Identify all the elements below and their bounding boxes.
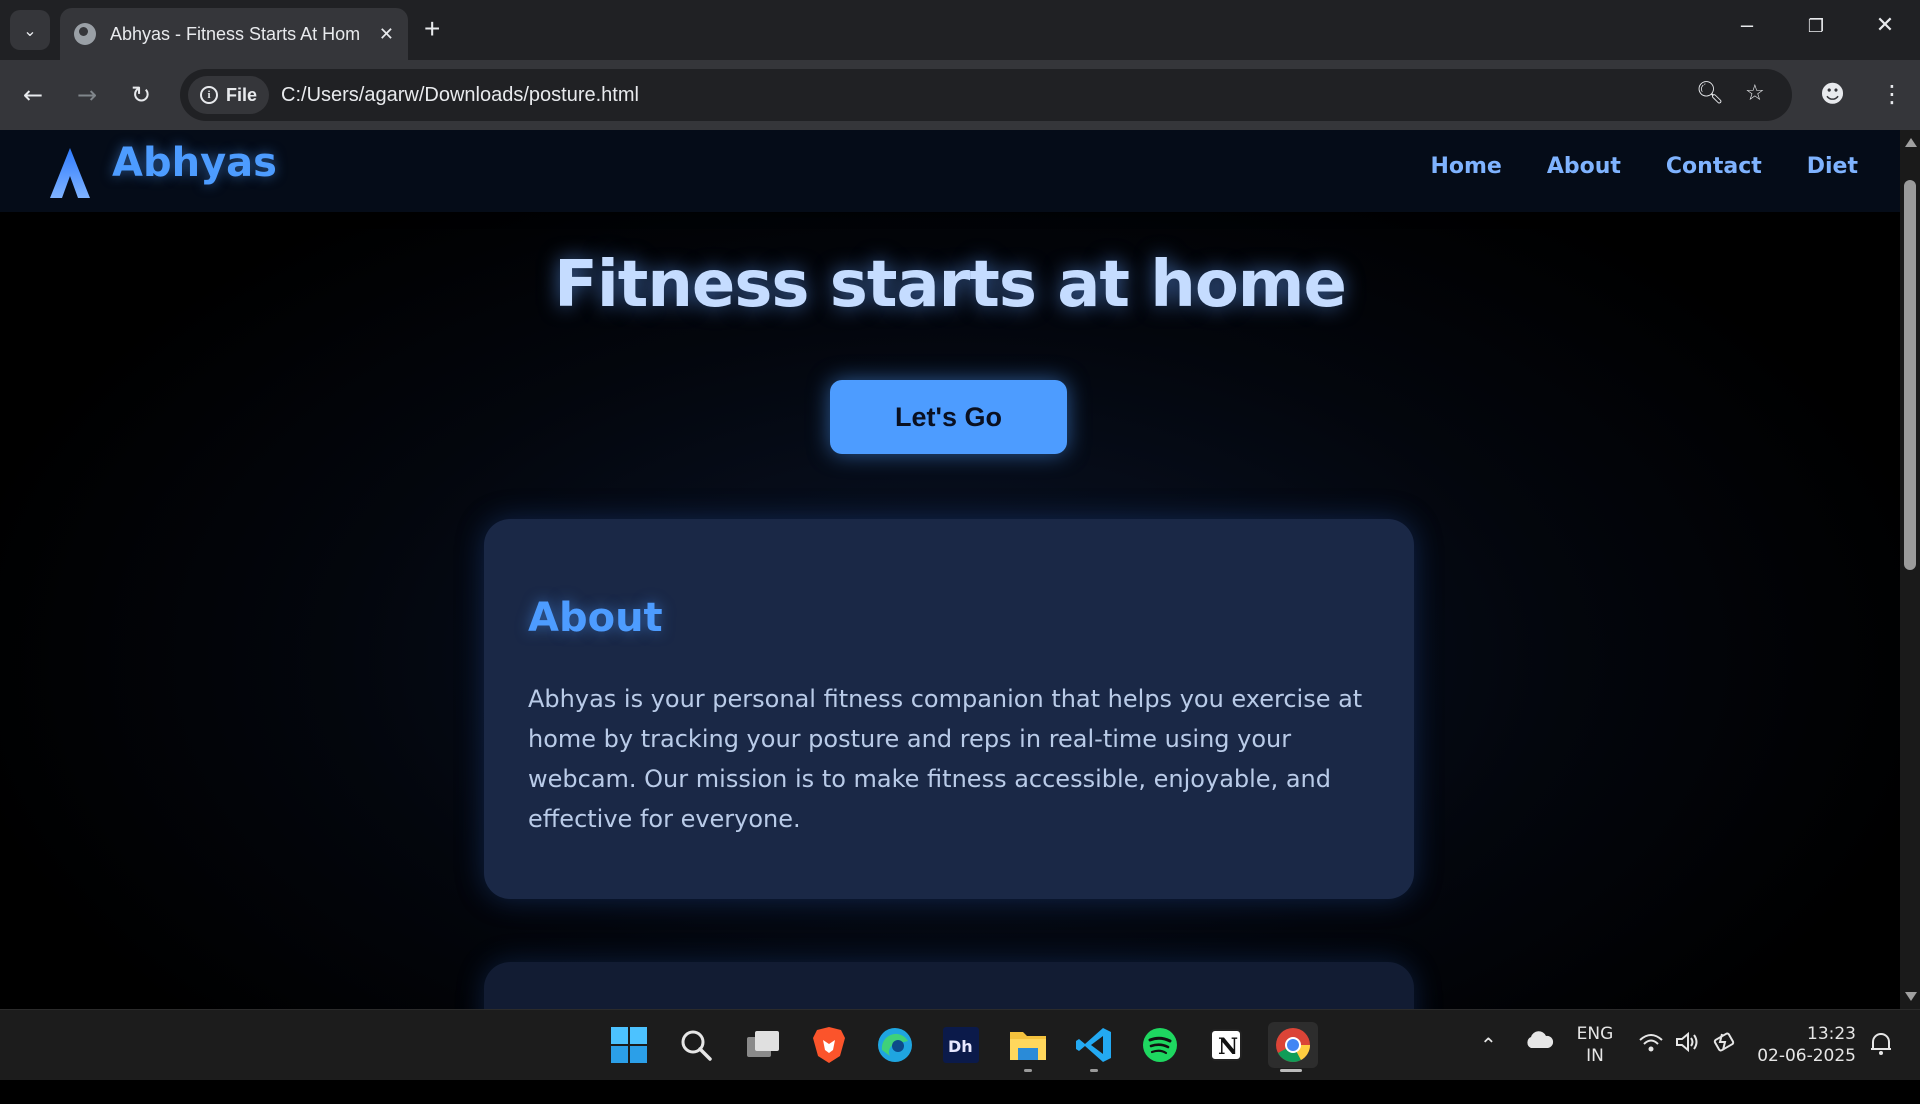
browser-tab-active[interactable]: Abhyas - Fitness Starts At Home ✕ [60, 8, 408, 60]
wifi-icon[interactable] [1638, 1032, 1664, 1103]
about-text: Abhyas is your personal fitness companio… [528, 685, 1363, 833]
notion-icon: N [1210, 1029, 1242, 1061]
search-icon [681, 1030, 712, 1061]
volume-icon[interactable] [1674, 1030, 1700, 1101]
chrome-icon [1276, 1028, 1310, 1062]
start-button[interactable] [606, 1022, 652, 1068]
next-section-card [484, 962, 1414, 1009]
language-code: ENG [1576, 1024, 1614, 1044]
notion-app[interactable]: N [1203, 1022, 1249, 1068]
hero-title: Fitness starts at home [554, 248, 1347, 322]
page-scrollbar[interactable] [1900, 130, 1920, 1009]
about-title: About [528, 595, 663, 641]
chevron-down-icon: ⌄ [23, 20, 37, 40]
tab-title: Abhyas - Fitness Starts At Home [110, 23, 360, 44]
onedrive-icon[interactable] [1524, 1028, 1554, 1099]
browser-toolbar: ← → ↻ i File C:/Users/agarw/Downloads/po… [0, 60, 1920, 130]
windows-logo-icon [611, 1027, 647, 1063]
search-button[interactable] [673, 1022, 719, 1068]
file-explorer-app[interactable] [1005, 1022, 1051, 1072]
chrome-app[interactable] [1268, 1022, 1318, 1072]
notification-bell-icon[interactable] [1868, 1030, 1894, 1101]
nav-link-contact[interactable]: Contact [1666, 154, 1762, 179]
vscode-app[interactable] [1071, 1022, 1117, 1072]
clock-time: 13:23 [1807, 1024, 1856, 1044]
page-viewport: Abhyas Home About Contact Diet Fitness s… [0, 130, 1900, 1009]
profile-icon[interactable]: ☻ [1820, 80, 1845, 108]
bookmark-star-icon[interactable]: ☆ [1745, 81, 1765, 106]
brave-app[interactable] [806, 1022, 852, 1068]
vscode-icon [1076, 1028, 1111, 1062]
address-bar[interactable]: i File C:/Users/agarw/Downloads/posture.… [180, 69, 1792, 121]
close-window-button[interactable]: ✕ [1865, 12, 1905, 38]
back-button[interactable]: ← [18, 80, 48, 110]
url-text[interactable]: C:/Users/agarw/Downloads/posture.html [281, 84, 639, 107]
menu-kebab-icon[interactable]: ⋮ [1880, 80, 1904, 108]
task-view-button[interactable] [740, 1022, 786, 1068]
nav-link-home[interactable]: Home [1430, 154, 1501, 179]
dh-app[interactable]: Dh [938, 1022, 984, 1068]
edge-app[interactable] [872, 1022, 918, 1068]
spotify-app[interactable] [1137, 1022, 1183, 1068]
brave-icon [813, 1027, 845, 1063]
clock-date: 02-06-2025 [1757, 1046, 1856, 1066]
about-card: About Abhyas is your personal fitness co… [484, 519, 1414, 899]
site-info-label: File [226, 84, 258, 105]
logo-icon [50, 148, 90, 198]
svg-text:N: N [1218, 1034, 1238, 1060]
nav-link-about[interactable]: About [1547, 154, 1621, 179]
info-icon: i [200, 86, 218, 104]
battery-icon[interactable] [1712, 1030, 1738, 1101]
nav-link-diet[interactable]: Diet [1807, 154, 1858, 179]
scroll-up-icon[interactable] [1905, 138, 1917, 147]
spotify-icon [1143, 1028, 1177, 1062]
browser-tabbar: ⌄ Abhyas - Fitness Starts At Home ✕ + – … [0, 0, 1920, 60]
svg-text:Dh: Dh [948, 1037, 973, 1056]
site-info-chip[interactable]: i File [188, 76, 270, 114]
scrollbar-thumb[interactable] [1904, 180, 1916, 570]
zoom-icon[interactable]: 🔍︎ [1696, 81, 1724, 106]
region-code: IN [1586, 1046, 1604, 1066]
folder-icon [1010, 1032, 1046, 1060]
site-navbar: Abhyas Home About Contact Diet [0, 130, 1900, 212]
windows-taskbar: Dh N ⌃ ENG IN 13:23 02-06-2025 [0, 1009, 1920, 1080]
restore-button[interactable]: ❐ [1796, 16, 1836, 37]
new-tab-button[interactable]: + [424, 14, 440, 44]
dh-app-icon: Dh [943, 1027, 979, 1063]
close-tab-icon[interactable]: ✕ [379, 24, 394, 45]
minimize-button[interactable]: – [1727, 12, 1767, 38]
task-view-icon [747, 1031, 779, 1057]
brand-name[interactable]: Abhyas [112, 140, 277, 186]
edge-icon [878, 1028, 912, 1062]
language-indicator[interactable]: ENG IN [1574, 1023, 1616, 1094]
show-hidden-icons-icon[interactable]: ⌃ [1480, 1033, 1497, 1104]
scroll-down-icon[interactable] [1905, 992, 1917, 1001]
globe-icon [74, 23, 96, 45]
tab-search-button[interactable]: ⌄ [10, 10, 50, 50]
clock[interactable]: 13:23 02-06-2025 [1756, 1023, 1856, 1094]
lets-go-button[interactable]: Let's Go [830, 380, 1067, 454]
running-indicator [1090, 1069, 1098, 1072]
forward-button[interactable]: → [72, 80, 102, 110]
reload-button[interactable]: ↻ [126, 80, 156, 110]
active-indicator [1280, 1069, 1302, 1072]
running-indicator [1024, 1069, 1032, 1072]
site-nav-links: Home About Contact Diet [1430, 154, 1858, 179]
